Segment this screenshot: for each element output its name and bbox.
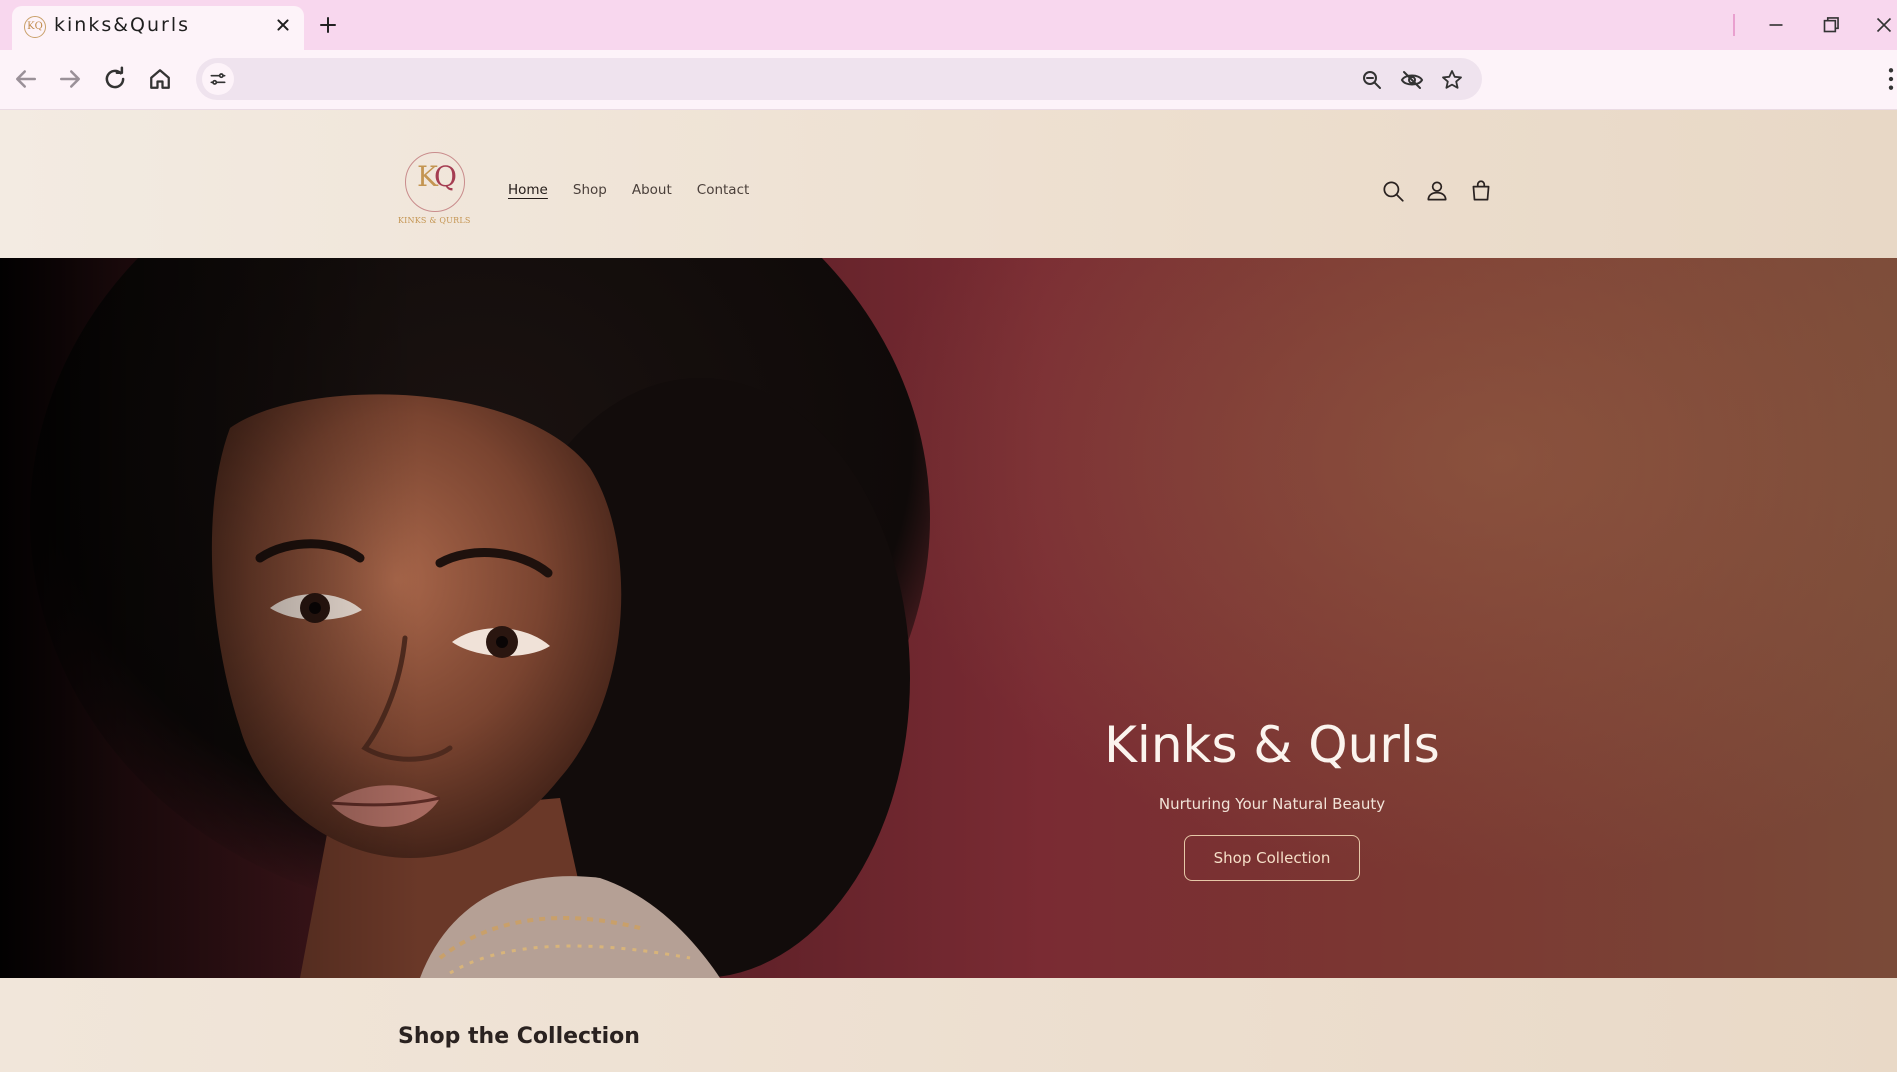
- forward-arrow-icon[interactable]: [55, 64, 85, 94]
- search-icon[interactable]: [1380, 178, 1406, 204]
- nav-link-shop[interactable]: Shop: [573, 182, 607, 198]
- close-window-icon[interactable]: [1871, 12, 1897, 38]
- collection-section: Shop the Collection: [0, 978, 1897, 1072]
- home-icon[interactable]: [145, 64, 175, 94]
- window-separator: [1733, 14, 1735, 36]
- browser-toolbar: [0, 50, 1897, 110]
- nav-link-contact[interactable]: Contact: [697, 182, 750, 198]
- kinks-qurls-logo[interactable]: KQ KINKS & QURLS: [398, 152, 470, 230]
- site-info-button[interactable]: [202, 63, 234, 95]
- nav-link-home[interactable]: Home: [508, 182, 548, 198]
- logo-monogram: KQ: [405, 160, 465, 193]
- eye-off-icon[interactable]: [1400, 68, 1424, 92]
- site-favicon-icon: KQ: [24, 16, 46, 38]
- address-bar[interactable]: [196, 58, 1482, 100]
- browser-tab-strip: KQ kinks&Qurls: [0, 0, 1897, 50]
- shop-collection-button[interactable]: Shop Collection: [1183, 835, 1361, 881]
- new-tab-icon[interactable]: [316, 13, 340, 37]
- hero-content: Kinks & Qurls Nurturing Your Natural Bea…: [1032, 718, 1512, 881]
- collection-heading: Shop the Collection: [398, 1024, 640, 1049]
- reload-icon[interactable]: [100, 64, 130, 94]
- logo-letter-q: Q: [433, 160, 457, 193]
- hero-subtitle: Nurturing Your Natural Beauty: [1158, 795, 1386, 813]
- logo-letter-k: K: [417, 160, 438, 193]
- main-navigation: Home Shop About Contact: [508, 182, 749, 198]
- bookmark-star-icon[interactable]: [1440, 68, 1464, 92]
- zoom-out-icon[interactable]: [1360, 68, 1384, 92]
- cart-icon[interactable]: [1468, 178, 1494, 204]
- account-icon[interactable]: [1424, 178, 1450, 204]
- hero-banner: Kinks & Qurls Nurturing Your Natural Bea…: [0, 258, 1897, 978]
- minimize-window-icon[interactable]: [1763, 12, 1789, 38]
- hero-title: Kinks & Qurls: [1104, 716, 1440, 774]
- tune-icon: [210, 73, 226, 85]
- close-tab-icon[interactable]: [272, 14, 294, 36]
- restore-window-icon[interactable]: [1818, 12, 1844, 38]
- site-header: KQ KINKS & QURLS Home Shop About Contact: [0, 110, 1897, 258]
- back-arrow-icon[interactable]: [11, 64, 41, 94]
- nav-link-about[interactable]: About: [632, 182, 672, 198]
- tab-title: kinks&Qurls: [54, 14, 191, 36]
- browser-tab[interactable]: KQ kinks&Qurls: [12, 6, 304, 50]
- hero-portrait-image: [0, 258, 930, 978]
- logo-wordmark: KINKS & QURLS: [398, 216, 471, 225]
- browser-menu-icon[interactable]: [1885, 66, 1897, 92]
